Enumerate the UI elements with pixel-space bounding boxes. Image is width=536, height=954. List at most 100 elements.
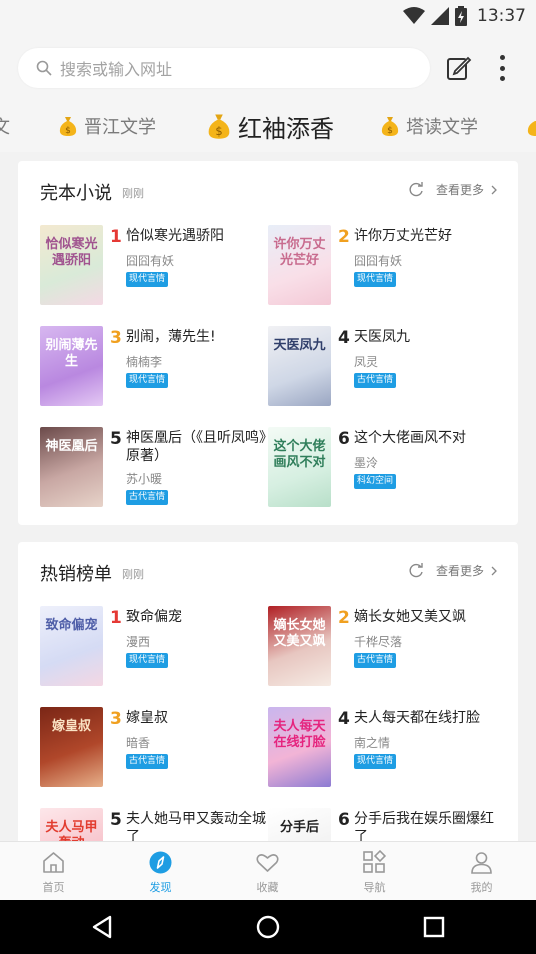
search-input[interactable]: 搜索或输入网址 [18,48,430,88]
book-cover: 许你万丈光芒好 [268,225,331,305]
tab-navigation[interactable]: 导航 [321,842,428,901]
section-header: 完本小说 刚刚 查看更多 [18,161,518,221]
book-item[interactable]: 天医凤九 4 天医凤九 凤灵 古代言情 [268,326,498,410]
book-title: 嫡长女她又美又飒 [354,609,466,625]
book-author: 楠楠李 [126,355,163,369]
book-author: 囧囧有妖 [126,254,175,268]
chevron-right-icon [491,185,497,194]
book-rank: 6 [338,429,350,449]
book-cover: 嫁皇叔 [40,707,103,787]
book-tag: 古代言情 [354,653,397,668]
tab-profile[interactable]: 我的 [428,842,535,901]
status-bar: 13:37 [0,0,536,34]
heart-icon [256,854,279,872]
book-item[interactable]: 恰似寒光遇骄阳 1 恰似寒光遇骄阳 囧囧有妖 现代言情 [40,225,270,309]
person-icon [471,852,492,874]
see-more-button[interactable]: 查看更多 [408,562,498,579]
book-item[interactable]: 许你万丈光芒好 2 许你万丈光芒好 囧囧有妖 现代言情 [268,225,498,309]
book-tag: 古代言情 [126,490,169,505]
refresh-icon [409,181,423,196]
book-item[interactable]: 别闹薄先生 3 别闹，薄先生! 楠楠李 现代言情 [40,326,270,410]
book-item[interactable]: 夫人每天在线打脸 4 夫人每天都在线打脸 南之情 现代言情 [268,707,498,791]
book-author: 暗香 [126,736,151,750]
site-tabs: 文 $ 晋江文学 $ 红袖添香 $ 塔读文学 [0,100,536,152]
status-time: 13:37 [477,6,526,26]
book-item[interactable]: 神医凰后 5 神医凰后（《且听凤鸣》原著） 苏小暖 古代言情 [40,427,270,511]
home-button-icon[interactable] [254,913,282,941]
section-title: 热销榜单 [40,564,112,585]
book-rank: 4 [338,709,350,729]
book-title: 嫁皇叔 [126,710,168,726]
book-author: 南之情 [354,736,391,750]
book-tag: 现代言情 [354,272,397,287]
more-options-icon[interactable] [490,55,514,81]
book-cover: 致命偏宠 [40,606,103,686]
site-tab-partial-right[interactable] [526,100,536,152]
book-title: 致命偏宠 [126,609,182,625]
book-cover: 天医凤九 [268,326,331,406]
bottom-tab-bar: 首页 发现 收藏 导航 我的 [0,841,536,900]
edit-icon[interactable] [446,55,472,81]
book-tag: 科幻空间 [354,474,397,489]
search-icon [36,60,52,76]
book-cover: 恰似寒光遇骄阳 [40,225,103,305]
section-header: 热销榜单 刚刚 查看更多 [18,542,518,602]
svg-text:$: $ [65,126,71,136]
search-placeholder: 搜索或输入网址 [60,60,173,79]
site-tab-partial[interactable]: 文 [0,100,10,152]
book-cover: 神医凰后 [40,427,103,507]
book-tag: 古代言情 [126,754,169,769]
book-cover: 嫡长女她又美又飒 [268,606,331,686]
wifi-icon [403,7,425,24]
book-tag: 古代言情 [354,373,397,388]
money-bag-icon: $ [59,117,77,136]
book-rank: 5 [110,810,122,830]
tab-favorites[interactable]: 收藏 [214,842,321,901]
book-rank: 6 [338,810,350,830]
signal-icon [431,7,449,25]
book-rank: 3 [110,328,122,348]
book-cover: 夫人每天在线打脸 [268,707,331,787]
book-title: 许你万丈光芒好 [354,228,452,244]
site-tab-jinjiang[interactable]: $ 晋江文学 [58,100,156,152]
svg-text:$: $ [215,124,222,138]
book-tag: 现代言情 [354,754,397,769]
site-tab-tadu[interactable]: $ 塔读文学 [380,100,478,152]
book-title: 天医凤九 [354,329,410,345]
book-tag: 现代言情 [126,653,169,668]
search-row: 搜索或输入网址 [0,34,536,100]
money-bag-icon [527,121,536,136]
money-bag-icon: $ [208,114,230,139]
see-more-button[interactable]: 查看更多 [408,181,498,198]
book-cover: 别闹薄先生 [40,326,103,406]
tab-home[interactable]: 首页 [0,842,107,901]
recents-icon[interactable] [420,913,448,941]
book-rank: 3 [110,709,122,729]
book-rank: 4 [338,328,350,348]
book-item[interactable]: 致命偏宠 1 致命偏宠 漫西 现代言情 [40,606,270,690]
book-author: 苏小暖 [126,472,163,486]
compass-icon [149,851,172,874]
book-title: 夫人每天都在线打脸 [354,710,480,726]
book-rank: 2 [338,608,350,628]
book-tag: 现代言情 [126,272,169,287]
book-rank: 1 [110,608,122,628]
system-nav-bar [0,900,536,954]
status-icons: 13:37 [403,6,526,26]
book-item[interactable]: 嫁皇叔 3 嫁皇叔 暗香 古代言情 [40,707,270,791]
book-title: 恰似寒光遇骄阳 [126,228,224,244]
book-author: 墨泠 [354,456,379,470]
book-item[interactable]: 嫡长女她又美又飒 2 嫡长女她又美又飒 千桦尽落 古代言情 [268,606,498,690]
tab-discover[interactable]: 发现 [107,842,214,901]
book-author: 囧囧有妖 [354,254,403,268]
book-title: 神医凰后（《且听凤鸣》原著） [126,430,266,464]
book-rank: 1 [110,227,122,247]
book-item[interactable]: 这个大佬画风不对 6 这个大佬画风不对 墨泠 科幻空间 [268,427,498,511]
refresh-icon [409,562,423,577]
site-tab-hongxiu[interactable]: $ 红袖添香 [206,100,334,152]
back-icon[interactable] [88,913,116,941]
section-bestsellers: 热销榜单 刚刚 查看更多 致命偏宠 1 致命偏宠 漫西 现代言情 嫡长女她又美又… [18,542,518,862]
book-author: 千桦尽落 [354,635,403,649]
grid-icon [363,850,387,873]
section-finished-novels: 完本小说 刚刚 查看更多 恰似寒光遇骄阳 1 恰似寒光遇骄阳 囧囧有妖 现代言情… [18,161,518,525]
